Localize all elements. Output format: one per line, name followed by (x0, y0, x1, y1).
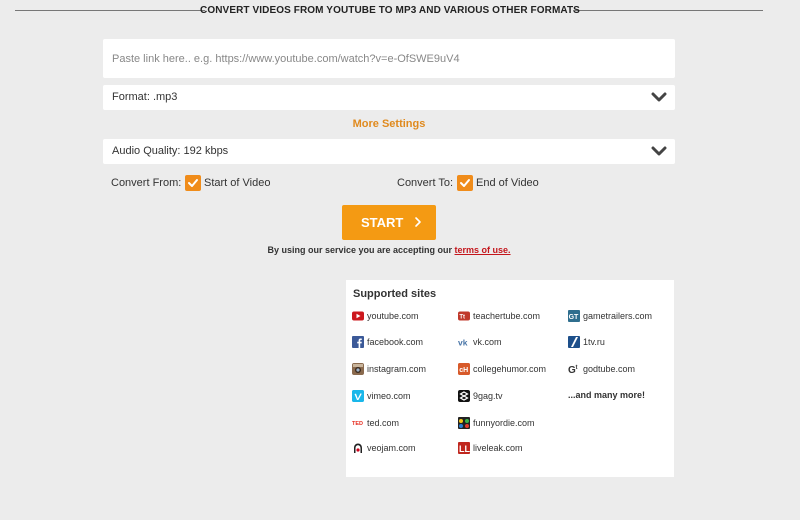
convert-to-label: Convert To: (397, 177, 454, 189)
supported-sites-title: Supported sites (353, 288, 437, 300)
terms-text: By using our service you are accepting o… (267, 245, 455, 255)
chevron-down-icon (651, 92, 667, 102)
site-name: gametrailers.com (583, 311, 653, 321)
ted-icon: TED (352, 421, 363, 427)
site-name: vimeo.com (367, 391, 411, 401)
veojam-icon (354, 443, 362, 453)
godtube-icon: Gt (568, 365, 578, 375)
convert-to-checkbox[interactable] (457, 175, 473, 191)
svg-text:vk: vk (458, 338, 468, 348)
supported-sites-panel: Supported sites youtube.com facebook.com… (346, 280, 674, 477)
terms-notice: By using our service you are accepting o… (0, 245, 778, 255)
instagram-icon (352, 363, 364, 375)
start-button-label: START (361, 215, 404, 230)
checkmark-icon (188, 179, 198, 187)
vk-icon: vk (458, 338, 468, 348)
site-name: vk.com (473, 337, 502, 347)
gametrailers-icon: GT (568, 310, 580, 322)
vimeo-icon (352, 390, 364, 402)
collegehumor-icon: cH (458, 363, 470, 375)
start-button[interactable]: START (342, 205, 436, 240)
terms-of-use-link[interactable]: terms of use. (455, 245, 511, 255)
site-name: 9gag.tv (473, 391, 503, 401)
audio-quality-label: Audio Quality: 192 kbps (112, 145, 229, 157)
1tv-icon (568, 336, 580, 348)
site-name: facebook.com (367, 337, 424, 347)
chevron-right-icon (415, 217, 421, 227)
svg-text:Tt: Tt (459, 315, 465, 321)
site-name: veojam.com (367, 443, 416, 453)
site-name: instagram.com (367, 364, 427, 374)
convert-from-option: Start of Video (204, 177, 271, 189)
svg-text:LL: LL (459, 444, 470, 454)
site-name: godtube.com (583, 364, 636, 374)
format-select-label: Format: .mp3 (112, 91, 178, 103)
svg-text:cH: cH (459, 367, 468, 374)
funnyordie-icon (458, 417, 470, 429)
page-title: CONVERT VIDEOS FROM YOUTUBE TO MP3 AND V… (200, 5, 580, 16)
convert-to-option: End of Video (476, 177, 539, 189)
page-header: CONVERT VIDEOS FROM YOUTUBE TO MP3 AND V… (0, 0, 800, 22)
site-name: liveleak.com (473, 443, 523, 453)
site-name: teachertube.com (473, 311, 541, 321)
teachertube-icon: Tt (458, 311, 470, 321)
site-name: youtube.com (367, 311, 419, 321)
convert-from-label: Convert From: (111, 177, 182, 189)
more-sites-text: ...and many more! (568, 390, 646, 400)
convert-to-group: Convert To: End of Video (397, 175, 677, 193)
site-name: funnyordie.com (473, 418, 535, 428)
svg-text:t: t (576, 365, 578, 371)
url-field-container (103, 39, 675, 78)
audio-quality-select[interactable]: Audio Quality: 192 kbps (103, 139, 675, 164)
9gag-icon (458, 390, 470, 402)
site-name: collegehumor.com (473, 364, 547, 374)
url-input[interactable] (103, 39, 652, 78)
svg-text:TED: TED (352, 421, 363, 427)
checkmark-icon (460, 179, 470, 187)
liveleak-icon: LL (458, 442, 470, 454)
site-name: 1tv.ru (583, 337, 605, 347)
svg-text:GT: GT (569, 314, 579, 321)
convert-from-checkbox[interactable] (185, 175, 201, 191)
more-settings-link[interactable]: More Settings (0, 118, 778, 130)
facebook-icon (352, 336, 364, 348)
format-select[interactable]: Format: .mp3 (103, 85, 675, 110)
site-name: ted.com (367, 418, 400, 428)
convert-from-group: Convert From: Start of Video (111, 175, 391, 193)
chevron-down-icon (651, 146, 667, 156)
youtube-icon (352, 311, 364, 321)
